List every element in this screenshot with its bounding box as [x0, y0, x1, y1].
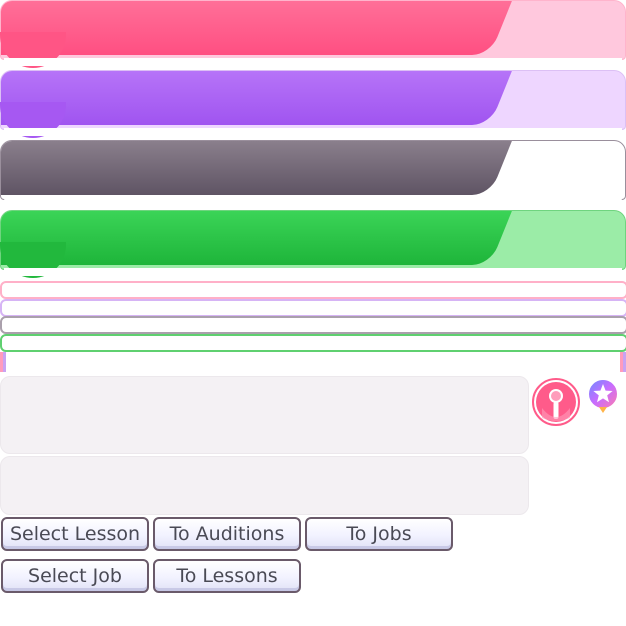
microphone-icon	[532, 378, 580, 426]
to-auditions-button[interactable]: To Auditions	[153, 517, 301, 551]
tick-markers	[0, 352, 626, 372]
green-thin-bar	[0, 334, 626, 352]
to-jobs-button[interactable]: To Jobs	[305, 517, 453, 551]
info-panel-small	[0, 456, 529, 515]
pink-banner	[0, 0, 626, 68]
select-lesson-button[interactable]: Select Lesson	[1, 517, 149, 551]
purple-thin-bar	[0, 299, 626, 317]
select-job-button[interactable]: Select Job	[1, 559, 149, 593]
gray-banner	[0, 140, 626, 204]
sprite-sheet: Select Lesson To Auditions To Jobs Selec…	[0, 0, 626, 626]
star-badge-icon	[587, 378, 619, 413]
gray-thin-bar	[0, 316, 626, 334]
pink-thin-bar	[0, 281, 626, 299]
green-banner	[0, 210, 626, 278]
purple-banner	[0, 70, 626, 138]
to-lessons-button[interactable]: To Lessons	[153, 559, 301, 593]
info-panel-large	[0, 376, 529, 454]
